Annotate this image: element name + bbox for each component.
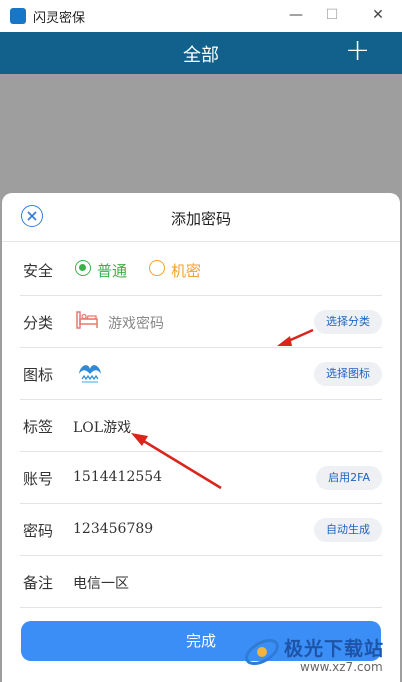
- app-logo-icon: [10, 8, 26, 24]
- header-title: 全部: [183, 45, 219, 66]
- app-header: 全部 +: [0, 32, 402, 74]
- watermark-logo-icon: [245, 638, 279, 666]
- divider: [2, 241, 400, 242]
- note-row: 备注 电信一区: [20, 556, 382, 608]
- maximize-button[interactable]: ☐: [320, 4, 344, 26]
- add-button[interactable]: +: [345, 36, 370, 66]
- security-label: 安全: [23, 262, 54, 280]
- dialog-title: 添加密码: [170, 210, 231, 228]
- close-window-button[interactable]: ✕: [366, 4, 390, 26]
- bed-icon: [75, 309, 99, 335]
- tag-input[interactable]: LOL游戏: [73, 417, 131, 437]
- tag-row: 标签 LOL游戏: [20, 400, 382, 452]
- select-category-button[interactable]: 选择分类: [314, 310, 382, 334]
- radio-normal[interactable]: [75, 260, 91, 276]
- tag-label: 标签: [23, 418, 54, 436]
- minimize-button[interactable]: —: [284, 4, 308, 26]
- auto-generate-button[interactable]: 自动生成: [314, 518, 382, 542]
- enable-2fa-button[interactable]: 启用2FA: [316, 466, 382, 490]
- note-label: 备注: [23, 574, 54, 592]
- password-input[interactable]: 123456789: [73, 521, 153, 537]
- category-row: 分类 游戏密码 选择分类: [20, 296, 382, 348]
- radio-secret[interactable]: [149, 260, 165, 276]
- account-input[interactable]: 1514412554: [73, 469, 162, 485]
- icon-label: 图标: [23, 366, 54, 384]
- watermark: 极光下载站 www.xz7.com: [240, 630, 400, 678]
- icon-row: 图标 选择图标: [20, 348, 382, 400]
- note-input[interactable]: 电信一区: [73, 573, 129, 593]
- window-titlebar: 闪灵密保 — ☐ ✕: [0, 0, 402, 32]
- security-row: 安全 普通 机密: [20, 244, 382, 296]
- radio-secret-label[interactable]: 机密: [171, 260, 201, 281]
- watermark-text: 极光下载站: [284, 638, 385, 660]
- window-title: 闪灵密保: [33, 11, 86, 26]
- select-icon-button[interactable]: 选择图标: [314, 362, 382, 386]
- password-row: 密码 123456789 自动生成: [20, 504, 382, 556]
- game-logo-icon: [76, 360, 104, 390]
- category-value: 游戏密码: [108, 316, 164, 332]
- radio-normal-label[interactable]: 普通: [97, 260, 127, 281]
- account-label: 账号: [23, 470, 54, 488]
- category-label: 分类: [23, 314, 54, 332]
- watermark-url: www.xz7.com: [300, 660, 383, 674]
- password-label: 密码: [23, 522, 54, 540]
- account-row: 账号 1514412554 启用2FA: [20, 452, 382, 504]
- add-password-dialog: 添加密码 安全 普通 机密 分类 游戏密码 选择分类 图标 选择图标 标签 LO…: [2, 193, 400, 682]
